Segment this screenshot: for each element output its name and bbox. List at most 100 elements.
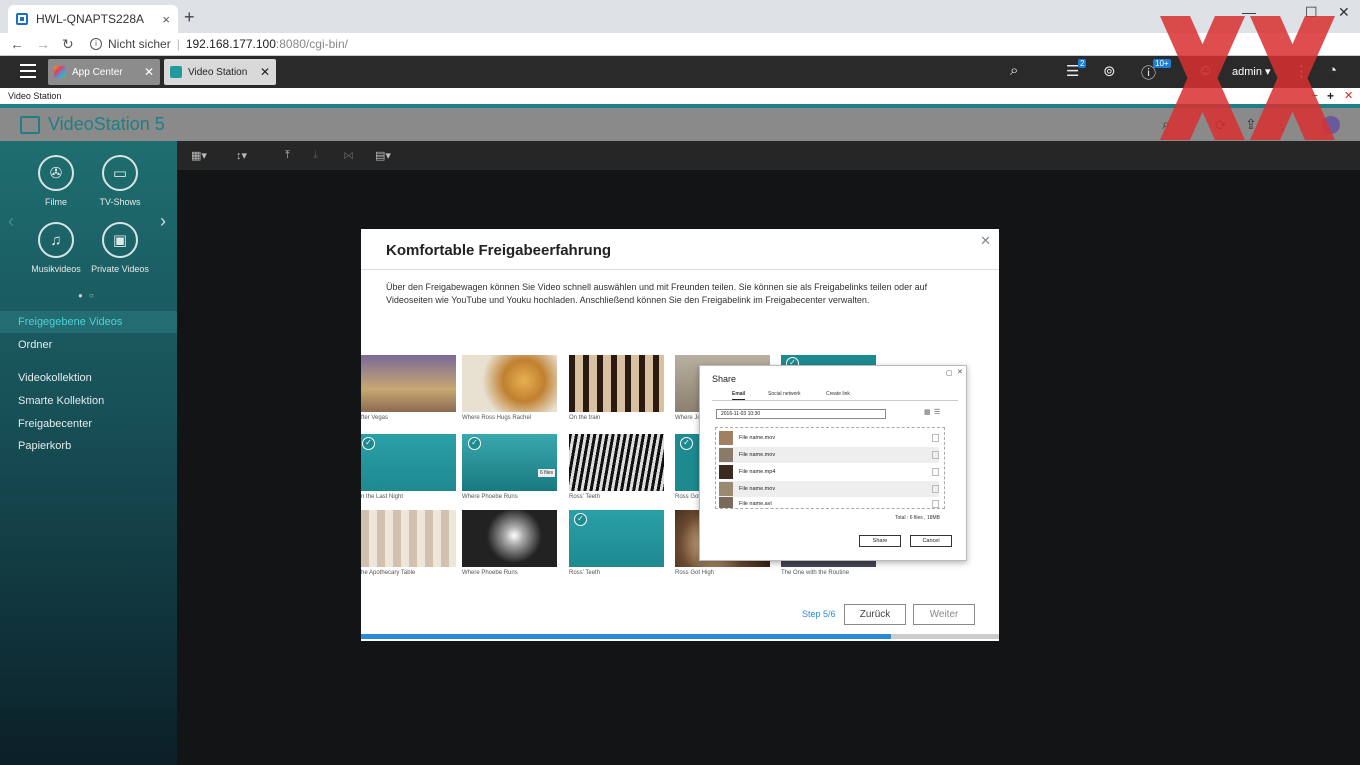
- tab-app-center[interactable]: App Center ✕: [48, 59, 160, 85]
- file-name: File name.mov: [739, 435, 776, 441]
- next-button[interactable]: Weiter: [913, 604, 975, 625]
- category-private-videos[interactable]: ▣ Private Videos: [90, 222, 150, 274]
- video-thumbnail[interactable]: [361, 355, 456, 412]
- external-device-icon[interactable]: ⊚: [1103, 62, 1116, 80]
- file-thumbnail: [719, 497, 733, 508]
- video-thumbnail[interactable]: [361, 510, 456, 567]
- divider: [712, 400, 958, 401]
- share-tab-email: Email: [732, 391, 746, 400]
- url-path: :8080/cgi-bin/: [275, 37, 348, 51]
- close-icon[interactable]: ✕: [144, 65, 154, 79]
- list-item: File name.mov: [719, 481, 939, 497]
- upload-icon[interactable]: ⤒: [285, 149, 290, 162]
- url-field[interactable]: 192.168.177.100:8080/cgi-bin/: [186, 37, 348, 51]
- search-icon[interactable]: ⌕: [1010, 62, 1018, 79]
- check-icon[interactable]: ✓: [362, 437, 375, 450]
- video-caption: Ross' Teeth: [569, 494, 601, 500]
- category-filme[interactable]: ✇ Filme: [26, 155, 86, 207]
- security-label: Nicht sicher: [108, 37, 171, 51]
- list-view-icon: ☰: [934, 409, 941, 416]
- back-button[interactable]: Zurück: [844, 604, 906, 625]
- category-musikvideos[interactable]: ♫ Musikvideos: [26, 222, 86, 274]
- video-caption: Where Phoebe Runs: [462, 494, 518, 500]
- menu-freigabecenter[interactable]: Freigabecenter: [0, 413, 177, 435]
- video-caption: fter Vegas: [361, 415, 389, 421]
- check-icon[interactable]: ✓: [680, 437, 693, 450]
- share-file-list: File name.mov File name.mov File name.mp…: [715, 427, 945, 509]
- back-icon[interactable]: ←: [10, 36, 26, 52]
- share-icon[interactable]: ⋈: [343, 149, 354, 162]
- camcorder-icon: ▣: [102, 222, 138, 258]
- trash-icon: [932, 485, 939, 493]
- forward-icon[interactable]: →: [36, 36, 52, 52]
- file-name: File name.mov: [739, 452, 776, 458]
- layout-icon[interactable]: ▤▾: [375, 149, 391, 162]
- reload-icon[interactable]: ↻: [62, 36, 78, 53]
- video-thumbnail[interactable]: [569, 355, 664, 412]
- new-tab-button[interactable]: +: [184, 7, 195, 28]
- share-dialog: Share ▢ ✕ Email Social network Create li…: [699, 365, 967, 561]
- category-label: Musikvideos: [31, 264, 81, 274]
- pager-dots[interactable]: ●○: [78, 291, 100, 300]
- qnap-favicon-icon: [16, 13, 28, 25]
- chevron-right-icon[interactable]: ›: [160, 211, 166, 232]
- tab-label: Video Station: [188, 66, 248, 78]
- progress-fill: [361, 634, 891, 639]
- check-icon[interactable]: ✓: [574, 513, 587, 526]
- video-caption: On the train: [569, 415, 601, 421]
- chevron-left-icon[interactable]: ‹: [8, 211, 14, 232]
- video-thumbnail[interactable]: [361, 434, 456, 491]
- video-thumbnail[interactable]: [462, 355, 557, 412]
- info-icon[interactable]: i: [90, 38, 102, 50]
- share-button: Share: [859, 535, 901, 547]
- close-icon[interactable]: ✕: [980, 233, 991, 249]
- close-icon: ✕: [957, 369, 963, 376]
- sort-icon[interactable]: ↕▾: [236, 149, 247, 162]
- menu-papierkorb[interactable]: Papierkorb: [0, 435, 177, 457]
- file-thumbnail: [719, 431, 733, 445]
- divider: [361, 269, 999, 270]
- tasks-badge: 2: [1078, 59, 1087, 68]
- url-host: 192.168.177.100: [185, 37, 276, 51]
- list-item: File name.avi: [719, 496, 939, 508]
- progress-bar: [361, 634, 999, 639]
- grid-view-icon: ▦: [924, 409, 931, 416]
- date-field: 2016-11-03 10:30: [716, 409, 886, 419]
- menu-ordner[interactable]: Ordner: [0, 334, 177, 356]
- app-logo: VideoStation 5: [20, 114, 165, 135]
- video-thumbnail[interactable]: [569, 434, 664, 491]
- background-tasks-icon[interactable]: ☰ 2: [1066, 59, 1087, 80]
- category-tv-shows[interactable]: ▭ TV-Shows: [90, 155, 150, 207]
- file-name: File name.avi: [739, 501, 772, 507]
- menu-videokollektion[interactable]: Videokollektion: [0, 367, 177, 389]
- list-item: File name.mov: [719, 447, 939, 463]
- video-caption: Where Jo: [675, 415, 701, 421]
- menu-smarte-kollektion[interactable]: Smarte Kollektion: [0, 390, 177, 412]
- download-icon[interactable]: ⤓: [313, 149, 318, 162]
- category-label: Private Videos: [91, 264, 149, 274]
- close-tab-icon[interactable]: ×: [162, 12, 170, 27]
- video-caption: The One with the Routine: [781, 570, 850, 576]
- video-caption: he Apothecary Table: [361, 570, 416, 576]
- view-mode-icon[interactable]: ▦▾: [191, 149, 207, 162]
- share-title: Share: [712, 374, 737, 384]
- watermark-logo: [1160, 16, 1335, 140]
- music-video-icon: ♫: [38, 222, 74, 258]
- file-name: File name.mov: [739, 486, 776, 492]
- file-thumbnail: [719, 465, 733, 479]
- video-caption: Where Phoebe Runs: [462, 570, 518, 576]
- check-icon[interactable]: ✓: [468, 437, 481, 450]
- tab-video-station[interactable]: Video Station ✕: [164, 59, 276, 85]
- menu-freigegebene-videos[interactable]: Freigegebene Videos: [0, 311, 177, 333]
- divider: |: [176, 37, 180, 51]
- file-name: File name.mp4: [739, 469, 776, 475]
- browser-tab[interactable]: HWL-QNAPTS228A ×: [8, 5, 178, 33]
- list-item: File name.mp4: [719, 464, 939, 480]
- main-menu-icon[interactable]: [20, 64, 36, 78]
- list-item: File name.mov: [719, 430, 939, 446]
- share-total: Total : 6 files , 18MB: [895, 515, 941, 521]
- video-thumbnail[interactable]: [462, 510, 557, 567]
- video-station-icon: [170, 66, 182, 78]
- close-icon[interactable]: ✕: [260, 65, 270, 79]
- sidebar: ✇ Filme ▭ TV-Shows ♫ Musikvideos ▣ Priva…: [0, 141, 177, 765]
